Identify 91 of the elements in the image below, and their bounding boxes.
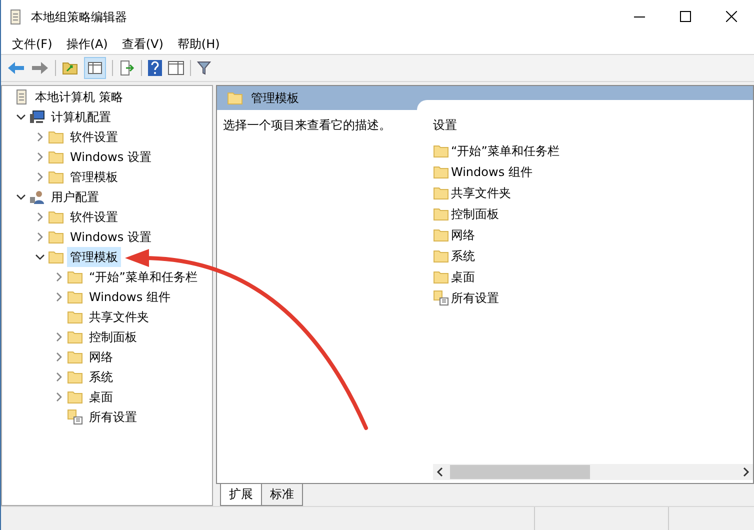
document-icon [9,8,23,24]
folder-icon [433,186,449,200]
chevron-right-icon[interactable] [54,392,64,402]
filter-icon[interactable] [197,61,211,75]
chevron-right-icon[interactable] [54,332,64,342]
menu-item[interactable]: 查看(V) [114,34,170,52]
settings-list-item[interactable]: 所有设置 [451,288,499,306]
tree-item[interactable]: 管理模板 [67,167,121,187]
settings-list-item[interactable]: 网络 [451,226,475,244]
chevron-right-icon[interactable] [35,232,45,242]
folder-icon [433,164,449,178]
folder-icon [67,310,83,324]
folder-icon [227,91,243,105]
folder-icon [48,250,64,264]
user-icon [29,189,45,205]
menu-item[interactable]: 帮助(H) [170,34,227,52]
tree-item[interactable]: 管理模板 [67,247,121,267]
header-title: 管理模板 [251,90,299,107]
settings-list-item[interactable]: 控制面板 [451,204,499,222]
folder-icon [67,270,83,284]
folder-icon [433,248,449,262]
settings-list-item[interactable]: “开始”菜单和任务栏 [451,142,560,160]
settings-list-item[interactable]: 系统 [451,246,475,264]
scroll-left-icon[interactable] [436,467,444,477]
folder-icon [48,130,64,144]
column-heading: 设置 [433,117,458,134]
tree-item[interactable]: 系统 [86,367,116,387]
chevron-right-icon[interactable] [35,172,45,182]
scrollbar-thumb[interactable] [450,465,590,479]
folder-icon [48,230,64,244]
scroll-right-icon[interactable] [742,467,750,477]
view-tab[interactable]: 扩展 [220,484,262,506]
tree-item[interactable]: Windows 组件 [86,287,174,307]
help-icon[interactable] [148,60,162,76]
export-list-icon[interactable] [119,60,135,76]
folder-icon [433,206,449,220]
tree-item[interactable]: Windows 设置 [67,147,154,167]
chevron-down-icon[interactable] [16,112,26,122]
forward-arrow-icon[interactable] [31,61,49,75]
settings-list-item[interactable]: 桌面 [451,268,475,286]
folder-icon [48,150,64,164]
pane-icon [88,62,102,74]
chevron-right-icon[interactable] [54,292,64,302]
show-tree-button[interactable] [84,57,106,79]
settings-list-item[interactable]: 共享文件夹 [451,184,511,202]
folder-icon [433,228,449,242]
chevron-right-icon[interactable] [35,132,45,142]
chevron-right-icon[interactable] [54,352,64,362]
pane-icon[interactable] [168,61,184,75]
settings-list-icon [433,290,449,306]
folder-icon [48,210,64,224]
close-icon [726,11,736,22]
menu-item[interactable]: 文件(F) [5,34,60,52]
chevron-down-icon[interactable] [35,252,45,262]
tree-item[interactable]: “开始”菜单和任务栏 [86,267,200,287]
folder-icon [433,144,449,158]
tree-item[interactable]: 软件设置 [67,207,121,227]
chevron-right-icon[interactable] [54,372,64,382]
folder-icon [67,350,83,364]
folder-icon [67,390,83,404]
folder-icon [67,370,83,384]
tree-item[interactable]: 本地计算机 策略 [32,87,126,107]
window-title: 本地组策略编辑器 [31,8,127,26]
settings-list-item[interactable]: Windows 组件 [451,162,532,180]
tree-item[interactable]: 网络 [86,347,116,367]
tree-item[interactable]: 桌面 [86,387,116,407]
folder-icon [67,290,83,304]
chevron-right-icon[interactable] [35,212,45,222]
tree-item[interactable]: Windows 设置 [67,227,154,247]
settings-list-icon [67,409,83,425]
folder-icon [433,270,449,284]
tree-item[interactable]: 共享文件夹 [86,307,152,327]
chevron-right-icon[interactable] [35,152,45,162]
menu-item[interactable]: 操作(A) [59,34,115,52]
tree-item[interactable]: 软件设置 [67,127,121,147]
folder-icon [67,330,83,344]
tree-item[interactable]: 用户配置 [48,187,102,207]
document-icon [15,89,29,105]
chevron-down-icon[interactable] [16,192,26,202]
computer-icon [29,110,45,124]
view-tab[interactable]: 标准 [261,484,303,506]
chevron-right-icon[interactable] [54,272,64,282]
tree-item[interactable]: 所有设置 [86,407,140,427]
maximize-icon [680,11,690,22]
tree-item[interactable]: 计算机配置 [48,107,114,127]
folder-icon [48,170,64,184]
folder-up-icon[interactable] [62,61,78,75]
tree-item[interactable]: 控制面板 [86,327,140,347]
back-arrow-icon[interactable] [7,61,25,75]
description-text: 选择一个项目来查看它的描述。 [223,118,391,132]
horizontal-scrollbar[interactable] [433,464,753,480]
